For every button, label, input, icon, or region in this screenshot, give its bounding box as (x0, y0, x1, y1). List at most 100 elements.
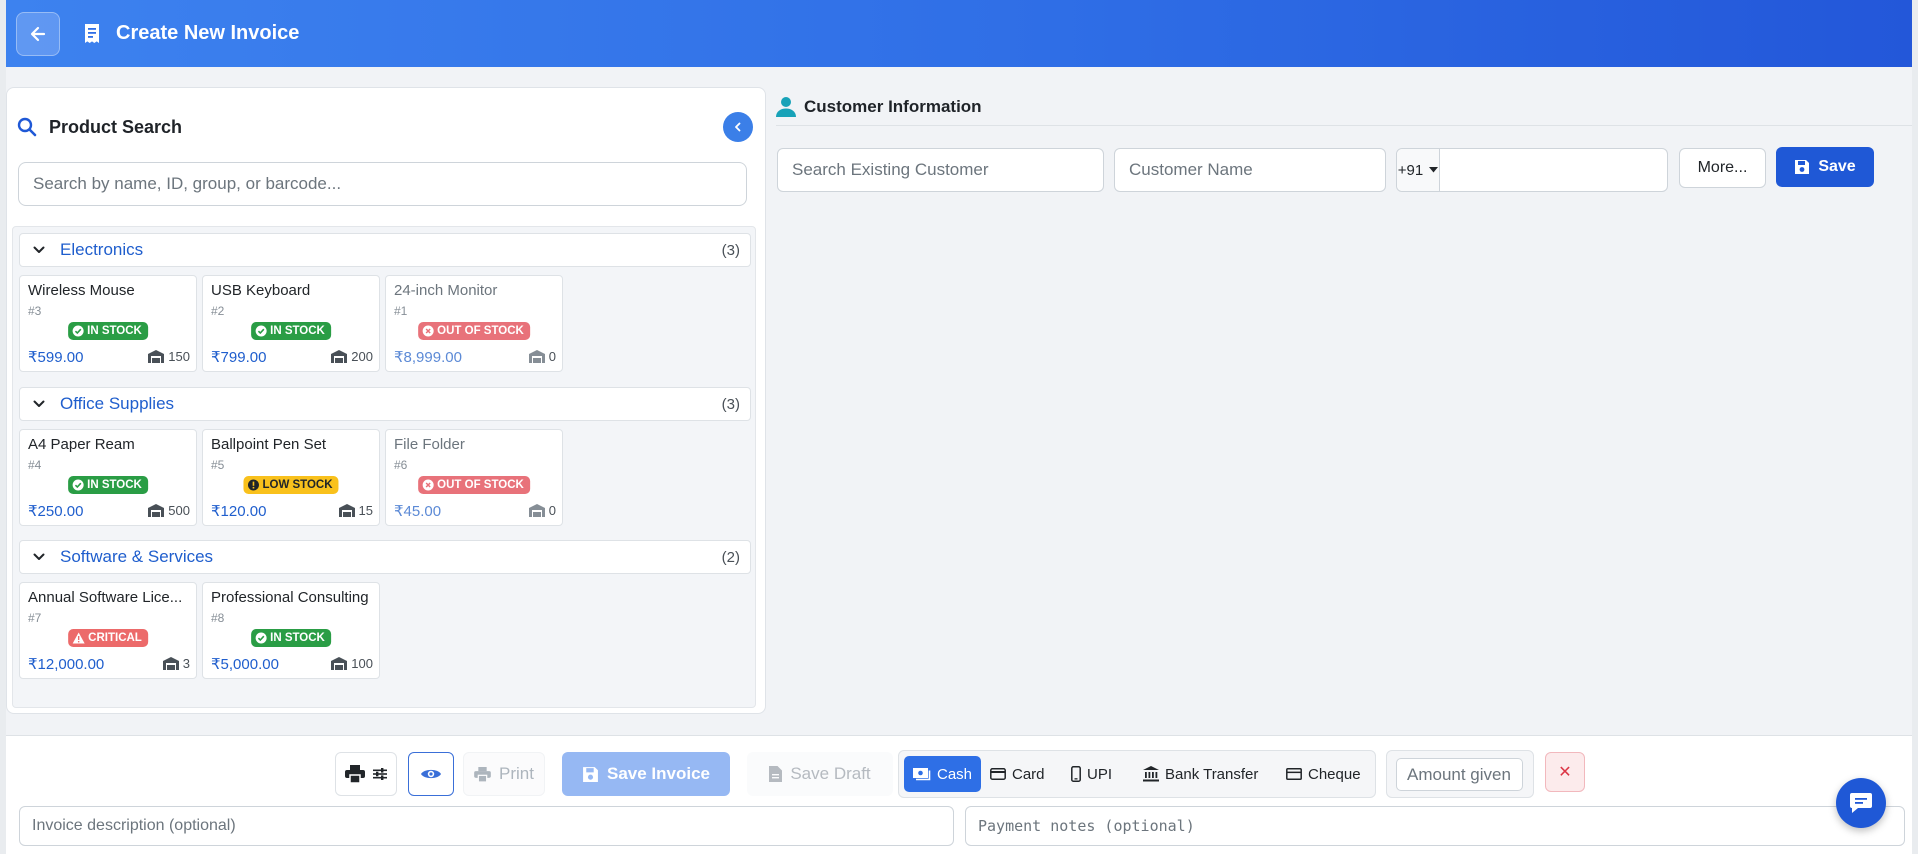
print-button[interactable]: Print (463, 752, 545, 796)
printer-settings-button[interactable] (335, 752, 397, 796)
customer-info-title: Customer Information (804, 96, 982, 116)
product-price: ₹45.00 (394, 503, 442, 520)
receipt-icon (80, 22, 104, 46)
floppy-disk-icon (583, 766, 598, 782)
product-price: ₹12,000.00 (28, 656, 105, 673)
product-id: #2 (211, 304, 225, 318)
product-card[interactable]: File Folder #6 OUT OF STOCK ₹45.00 0 (385, 429, 563, 526)
product-card[interactable]: 24-inch Monitor #1 OUT OF STOCK ₹8,999.0… (385, 275, 563, 372)
product-card[interactable]: Professional Consulting #8 IN STOCK ₹5,0… (202, 582, 380, 679)
arrow-left-icon (30, 26, 46, 41)
payment-cheque[interactable]: Cheque (1277, 756, 1370, 792)
warehouse-icon (528, 350, 545, 363)
more-options-button[interactable]: More... (1679, 148, 1766, 188)
product-price: ₹599.00 (28, 349, 84, 366)
payment-notes-input[interactable] (965, 806, 1905, 846)
country-code-dropdown[interactable]: +91 (1397, 149, 1440, 191)
product-search-input[interactable] (18, 162, 747, 206)
chevron-down-icon (32, 243, 46, 257)
invoice-footer: Print Save Invoice Save Draft Cash Card … (6, 735, 1912, 854)
phone-field: +91 (1396, 148, 1668, 192)
sliders-icon (373, 768, 387, 780)
payment-method-group: Cash Card UPI Bank Transfer Cheque (898, 750, 1376, 798)
status-badge: IN STOCK (251, 322, 331, 340)
phone-number-input[interactable] (1440, 149, 1667, 191)
product-card[interactable]: Wireless Mouse #3 IN STOCK ₹599.00 150 (19, 275, 197, 372)
exclamation-circle-icon (247, 479, 259, 491)
check-circle-icon (255, 325, 267, 337)
product-search-panel: Product Search Electronics (3) Wireless … (6, 87, 766, 714)
page-title: Create New Invoice (116, 22, 300, 44)
save-draft-button[interactable]: Save Draft (747, 752, 893, 796)
product-id: #4 (28, 458, 42, 472)
save-draft-label: Save Draft (790, 764, 871, 783)
payment-cash[interactable]: Cash (904, 756, 982, 792)
status-badge: IN STOCK (251, 629, 331, 647)
product-card[interactable]: Annual Software Lice... #7 CRITICAL ₹12,… (19, 582, 197, 679)
floppy-disk-icon (1795, 160, 1810, 174)
status-badge: OUT OF STOCK (418, 322, 530, 340)
chat-button[interactable] (1836, 778, 1886, 828)
clear-payment-button[interactable]: ✕ (1545, 752, 1585, 792)
product-id: #3 (28, 304, 42, 318)
group-name: Electronics (60, 240, 144, 259)
money-bill-icon (913, 767, 931, 780)
credit-card-icon (990, 768, 1006, 780)
product-price: ₹8,999.00 (394, 349, 462, 366)
stock-count: 150 (148, 349, 190, 364)
group-name: Office Supplies (60, 394, 175, 413)
customer-search-input[interactable] (777, 148, 1104, 192)
printer-icon (474, 766, 491, 782)
customer-name-input[interactable] (1114, 148, 1386, 192)
phone-icon (1071, 766, 1081, 782)
chevron-left-icon (735, 122, 741, 132)
product-card[interactable]: USB Keyboard #2 IN STOCK ₹799.00 200 (202, 275, 380, 372)
product-card[interactable]: Ballpoint Pen Set #5 LOW STOCK ₹120.00 1… (202, 429, 380, 526)
chat-bubble-icon (1850, 793, 1872, 813)
product-id: #8 (211, 611, 225, 625)
product-name: A4 Paper Ream (28, 436, 135, 453)
x-circle-icon (422, 479, 434, 491)
product-name: Wireless Mouse (28, 282, 135, 299)
warehouse-icon (331, 350, 348, 363)
eye-icon (421, 769, 441, 779)
invoice-description-input[interactable] (19, 806, 954, 846)
group-count: (2) (721, 549, 740, 566)
status-badge: LOW STOCK (243, 476, 339, 494)
warehouse-icon (331, 657, 348, 670)
payment-upi[interactable]: UPI (1062, 756, 1121, 792)
group-header[interactable]: Office Supplies (3) (19, 387, 751, 421)
collapse-panel-button[interactable] (723, 112, 753, 142)
preview-button[interactable] (408, 752, 454, 796)
stock-count: 3 (162, 656, 190, 671)
product-card[interactable]: A4 Paper Ream #4 IN STOCK ₹250.00 500 (19, 429, 197, 526)
back-button[interactable] (16, 11, 60, 56)
right-edge (1912, 0, 1918, 854)
bank-icon (1143, 766, 1159, 782)
product-group-software-services: Software & Services (2) Annual Software … (19, 540, 751, 679)
payment-bank-transfer[interactable]: Bank Transfer (1134, 756, 1267, 792)
app-header: Create New Invoice (6, 0, 1912, 67)
stock-count: 100 (331, 656, 373, 671)
status-badge: OUT OF STOCK (418, 476, 530, 494)
product-search-title: Product Search (49, 116, 183, 137)
group-header[interactable]: Electronics (3) (19, 233, 751, 267)
save-customer-button[interactable]: Save (1776, 147, 1874, 187)
chevron-down-icon (32, 397, 46, 411)
product-id: #1 (394, 304, 408, 318)
save-label: Save (1818, 158, 1856, 175)
warehouse-icon (148, 350, 165, 363)
product-id: #5 (211, 458, 225, 472)
warehouse-icon (528, 504, 545, 517)
group-header[interactable]: Software & Services (2) (19, 540, 751, 574)
caret-down-icon (1429, 167, 1439, 173)
product-search-header: Product Search (17, 108, 753, 146)
save-invoice-button[interactable]: Save Invoice (562, 752, 730, 796)
stock-count: 200 (331, 349, 373, 364)
amount-given-input[interactable] (1396, 758, 1523, 791)
payment-card[interactable]: Card (981, 756, 1054, 792)
customer-info-header: Customer Information (776, 88, 1912, 126)
user-icon (776, 96, 796, 117)
product-group-electronics: Electronics (3) Wireless Mouse #3 IN STO… (19, 233, 751, 372)
check-circle-icon (255, 632, 267, 644)
